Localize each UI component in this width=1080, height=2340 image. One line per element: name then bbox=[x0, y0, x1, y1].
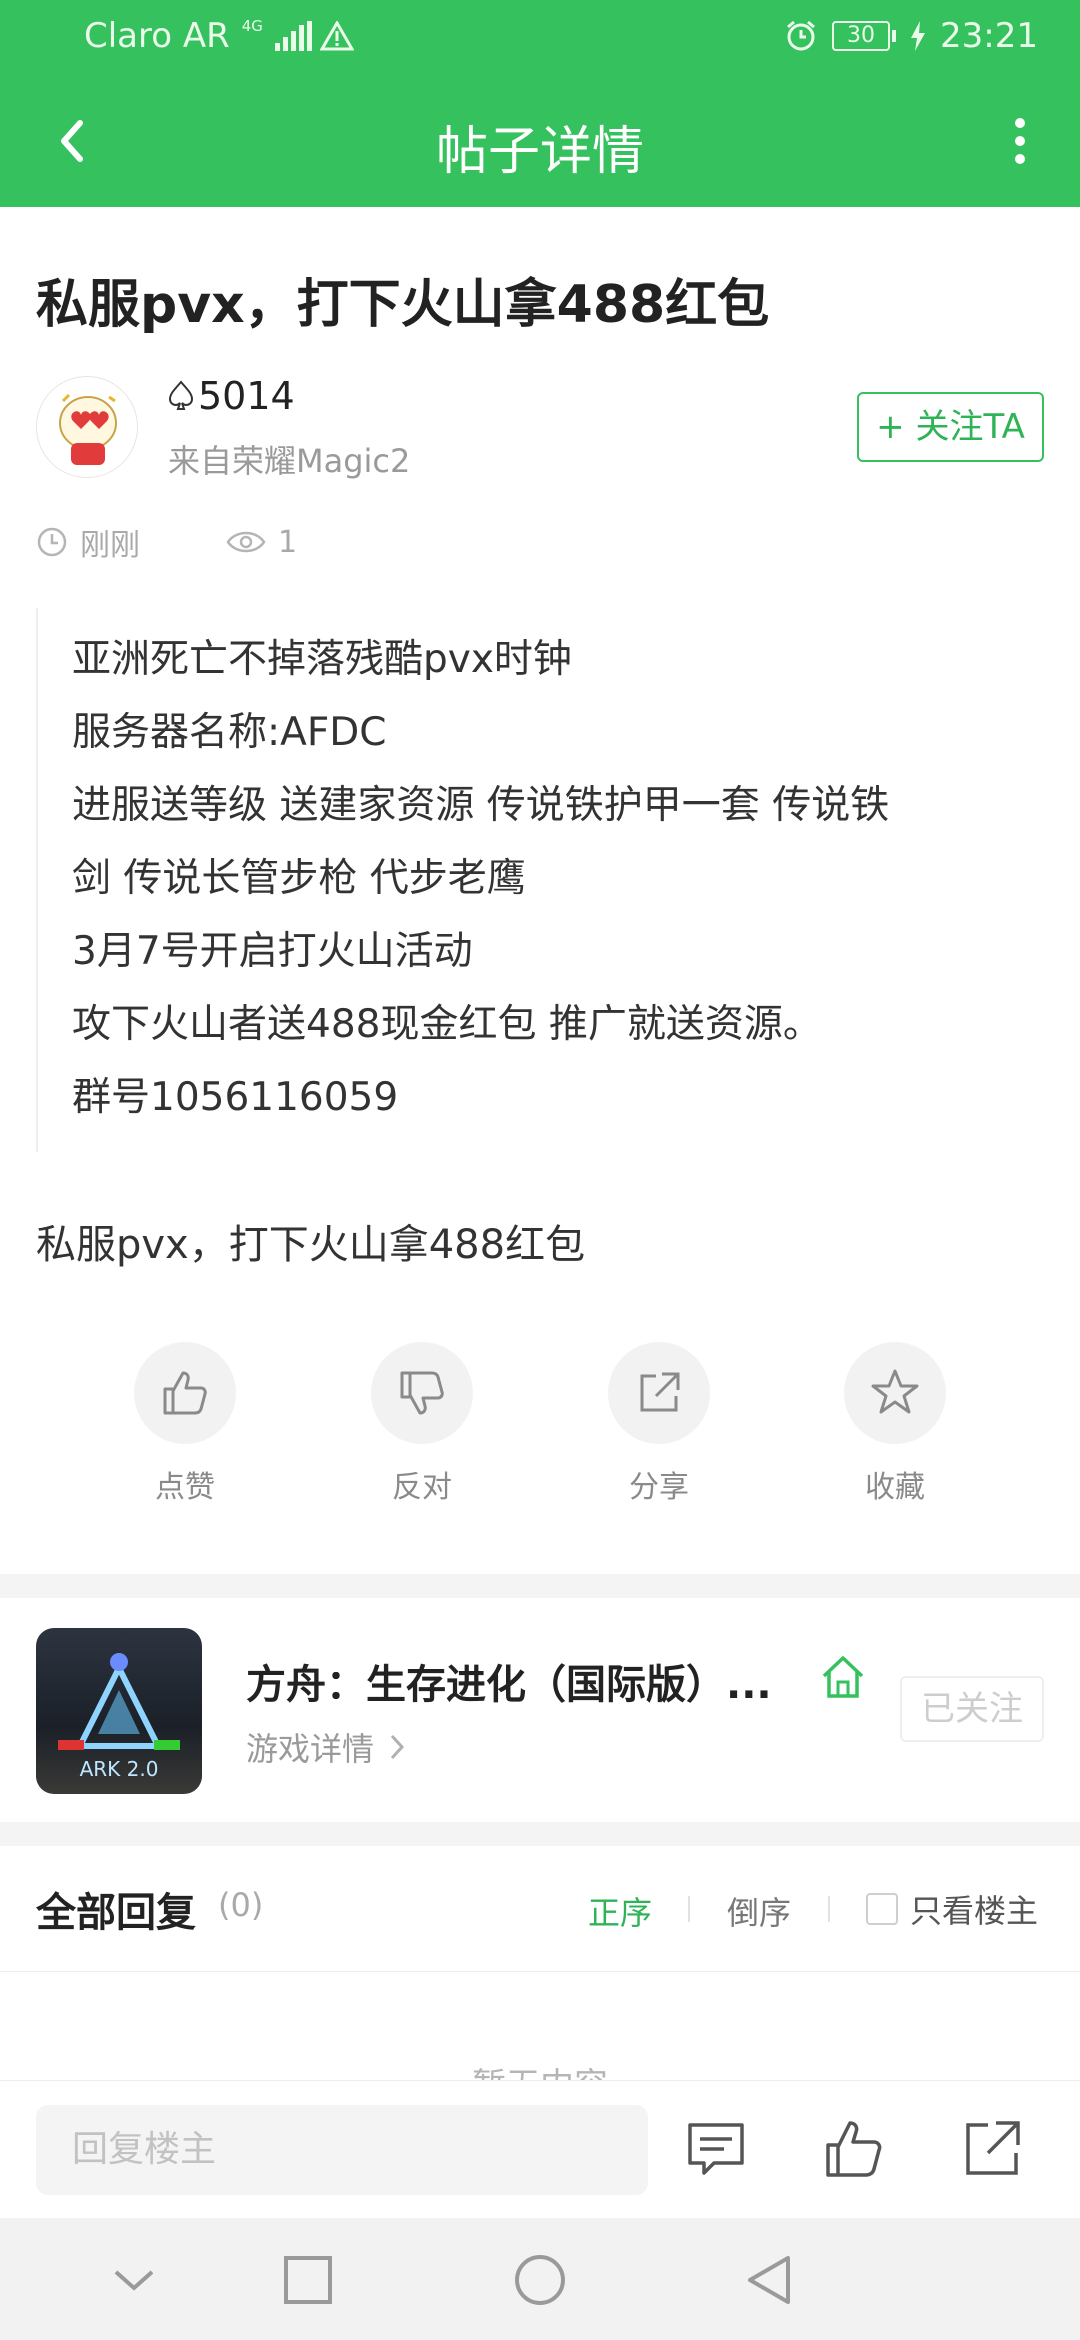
ark-logo: ARK 2.0 bbox=[36, 1628, 202, 1794]
post-actions: 点赞 反对 分享 收藏 bbox=[0, 1342, 1080, 1512]
more-vertical-icon[interactable] bbox=[1000, 111, 1040, 171]
follow-author-button[interactable]: + 关注TA bbox=[857, 392, 1044, 462]
quote-line: 服务器名称:AFDC bbox=[72, 710, 387, 755]
reply-bar: 回复楼主 bbox=[0, 2080, 1080, 2218]
quote-line: 3月7号开启打火山活动 bbox=[72, 929, 473, 974]
charging-icon bbox=[911, 21, 926, 51]
carrier-name: Claro AR bbox=[84, 16, 230, 56]
replies-title: 全部回复 bbox=[36, 1890, 196, 1936]
app-bar: 帖子详情 bbox=[0, 75, 1080, 207]
post-views-count: 1 bbox=[278, 524, 298, 560]
clock-icon bbox=[37, 527, 67, 557]
eye-icon bbox=[226, 531, 266, 553]
favorite-button-circle[interactable] bbox=[844, 1342, 946, 1444]
like-button-circle[interactable] bbox=[134, 1342, 236, 1444]
like-label: 点赞 bbox=[155, 1470, 215, 1505]
dislike-button-circle[interactable] bbox=[371, 1342, 473, 1444]
dislike-label: 反对 bbox=[392, 1470, 452, 1505]
post-title: 私服pvx，打下火山拿488红包 bbox=[36, 275, 770, 335]
dislike-button[interactable]: 反对 bbox=[342, 1342, 502, 1506]
warning-icon bbox=[319, 21, 354, 51]
post-time: 刚刚 bbox=[36, 520, 140, 564]
favorite-button[interactable]: 收藏 bbox=[815, 1342, 975, 1506]
separator bbox=[688, 1896, 690, 1922]
collapse-icon[interactable] bbox=[106, 2252, 162, 2308]
spade-icon bbox=[168, 380, 194, 410]
thumbs-up-icon bbox=[163, 1371, 207, 1415]
game-followed-button[interactable]: 已关注 bbox=[900, 1676, 1044, 1742]
replies-header: 全部回复 (0) 正序 倒序 只看楼主 bbox=[0, 1846, 1080, 1972]
chevron-right-icon bbox=[390, 1734, 405, 1760]
post-body: 私服pvx，打下火山拿488红包 bbox=[36, 1222, 586, 1268]
author-device: 来自荣耀Magic2 bbox=[168, 442, 411, 480]
page-title: 帖子详情 bbox=[435, 122, 644, 182]
section-divider bbox=[0, 1822, 1080, 1846]
share-label: 分享 bbox=[629, 1470, 689, 1505]
only-owner-checkbox[interactable] bbox=[866, 1893, 898, 1925]
share-button[interactable]: 分享 bbox=[579, 1342, 739, 1506]
game-details-link[interactable]: 游戏详情 bbox=[246, 1724, 406, 1770]
only-owner-label: 只看楼主 bbox=[910, 1892, 1039, 1930]
post-time-text: 刚刚 bbox=[80, 528, 140, 563]
like-icon[interactable] bbox=[822, 2117, 886, 2181]
thumbs-down-icon bbox=[400, 1371, 444, 1415]
home-icon[interactable] bbox=[512, 2252, 568, 2308]
comment-icon[interactable] bbox=[684, 2117, 748, 2181]
post-meta: 刚刚 1 bbox=[36, 520, 297, 564]
share-bar-icon[interactable] bbox=[960, 2117, 1024, 2181]
post-quote-block: 亚洲死亡不掉落残酷pvx时钟 服务器名称:AFDC 进服送等级 送建家资源 传说… bbox=[36, 608, 1046, 1152]
section-divider bbox=[0, 1574, 1080, 1598]
author-name[interactable]: 5014 bbox=[168, 374, 295, 418]
empty-replies-hint: 暂无内容 bbox=[0, 2058, 1080, 2082]
network-type: 4G bbox=[241, 16, 263, 35]
quote-line: 攻下火山者送488现金红包 推广就送资源。 bbox=[72, 1002, 822, 1047]
signal-icon bbox=[274, 21, 312, 51]
game-title[interactable]: 方舟：生存进化（国际版）... bbox=[246, 1652, 772, 1710]
quote-line: 剑 传说长管步枪 代步老鹰 bbox=[72, 856, 526, 901]
recents-icon[interactable] bbox=[280, 2252, 336, 2308]
status-right: 30 23:21 bbox=[784, 16, 1038, 56]
avatar-image bbox=[37, 377, 137, 477]
status-bar: Claro AR 4G 30 23:21 bbox=[0, 0, 1080, 75]
reply-input[interactable]: 回复楼主 bbox=[36, 2105, 648, 2195]
game-details-label: 游戏详情 bbox=[246, 1730, 375, 1768]
battery-icon: 30 bbox=[832, 21, 897, 51]
share-button-circle[interactable] bbox=[608, 1342, 710, 1444]
quote-line: 进服送等级 送建家资源 传说铁护甲一套 传说铁 bbox=[72, 783, 890, 828]
system-nav-bar bbox=[0, 2218, 1080, 2340]
sort-descending-button[interactable]: 倒序 bbox=[727, 1888, 791, 1934]
like-button[interactable]: 点赞 bbox=[105, 1342, 265, 1506]
share-icon bbox=[640, 1372, 680, 1412]
game-home-icon[interactable] bbox=[818, 1652, 868, 1702]
clock: 23:21 bbox=[940, 16, 1038, 56]
author-name-text: 5014 bbox=[198, 374, 295, 418]
separator bbox=[828, 1896, 830, 1922]
post-views: 1 bbox=[226, 525, 297, 560]
back-icon[interactable] bbox=[742, 2252, 798, 2308]
game-icon[interactable]: ARK 2.0 bbox=[36, 1628, 202, 1794]
sort-ascending-button[interactable]: 正序 bbox=[588, 1888, 652, 1934]
status-left: Claro AR 4G bbox=[84, 16, 354, 56]
quote-line: 群号1056116059 bbox=[72, 1075, 399, 1120]
star-icon bbox=[871, 1369, 919, 1414]
avatar[interactable] bbox=[36, 376, 138, 478]
replies-count: (0) bbox=[218, 1886, 264, 1924]
only-owner-toggle[interactable]: 只看楼主 bbox=[866, 1886, 1038, 1932]
quote-line: 亚洲死亡不掉落残酷pvx时钟 bbox=[72, 637, 572, 682]
favorite-label: 收藏 bbox=[865, 1470, 925, 1505]
battery-level: 30 bbox=[832, 21, 891, 51]
game-icon-text: ARK 2.0 bbox=[80, 1757, 159, 1781]
alarm-icon bbox=[787, 20, 815, 51]
